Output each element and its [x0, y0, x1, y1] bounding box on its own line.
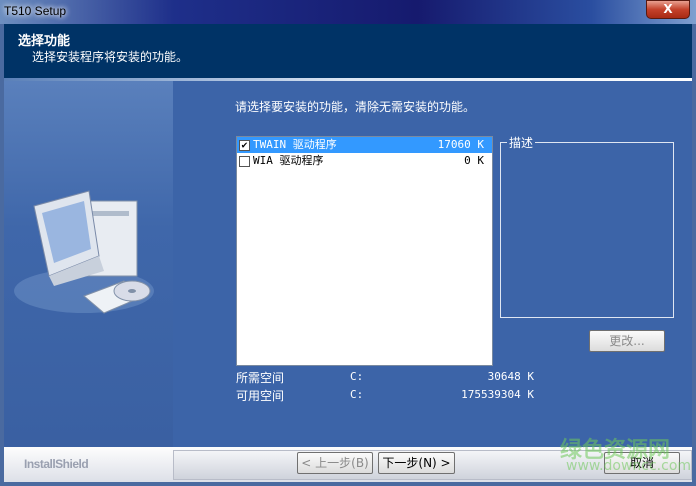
watermark-url: www.downcc.com [566, 458, 692, 474]
available-space-value: 175539304 K [461, 388, 534, 401]
feature-item-wia[interactable]: WIA 驱动程序 0 K [237, 153, 492, 169]
feature-checkbox[interactable] [239, 156, 250, 167]
feature-list[interactable]: ✔ TWAIN 驱动程序 17060 K WIA 驱动程序 0 K [236, 136, 493, 366]
next-button[interactable]: 下一步(N) > [378, 452, 455, 474]
page-subtitle: 选择安装程序将安装的功能。 [32, 50, 189, 64]
window-title: T510 Setup [4, 4, 67, 18]
change-button[interactable]: 更改... [589, 330, 665, 352]
feature-size: 0 K [464, 154, 484, 167]
title-bar: T510 Setup X [0, 0, 696, 24]
computer-icon [14, 190, 154, 314]
description-label: 描述 [507, 134, 536, 151]
required-space-label: 所需空间 [236, 371, 285, 385]
feature-label: WIA 驱动程序 [253, 154, 324, 167]
instruction-text: 请选择要安装的功能，清除无需安装的功能。 [235, 100, 476, 114]
header-banner: 选择功能 选择安装程序将安装的功能。 [4, 24, 692, 78]
feature-size: 17060 K [437, 138, 484, 151]
feature-item-twain[interactable]: ✔ TWAIN 驱动程序 17060 K [237, 137, 492, 153]
feature-checkbox[interactable]: ✔ [239, 140, 250, 151]
required-space-value: 30648 K [487, 370, 534, 383]
installshield-logo: InstallShield [24, 457, 89, 471]
description-group [500, 142, 674, 318]
available-space-drive: C: [350, 388, 364, 401]
required-space-drive: C: [350, 370, 364, 383]
side-panel [4, 81, 173, 447]
feature-label: TWAIN 驱动程序 [253, 138, 337, 151]
close-button[interactable]: X [646, 0, 690, 19]
back-button[interactable]: < 上一步(B) [297, 452, 373, 474]
available-space-label: 可用空间 [236, 389, 285, 403]
page-title: 选择功能 [18, 34, 71, 49]
